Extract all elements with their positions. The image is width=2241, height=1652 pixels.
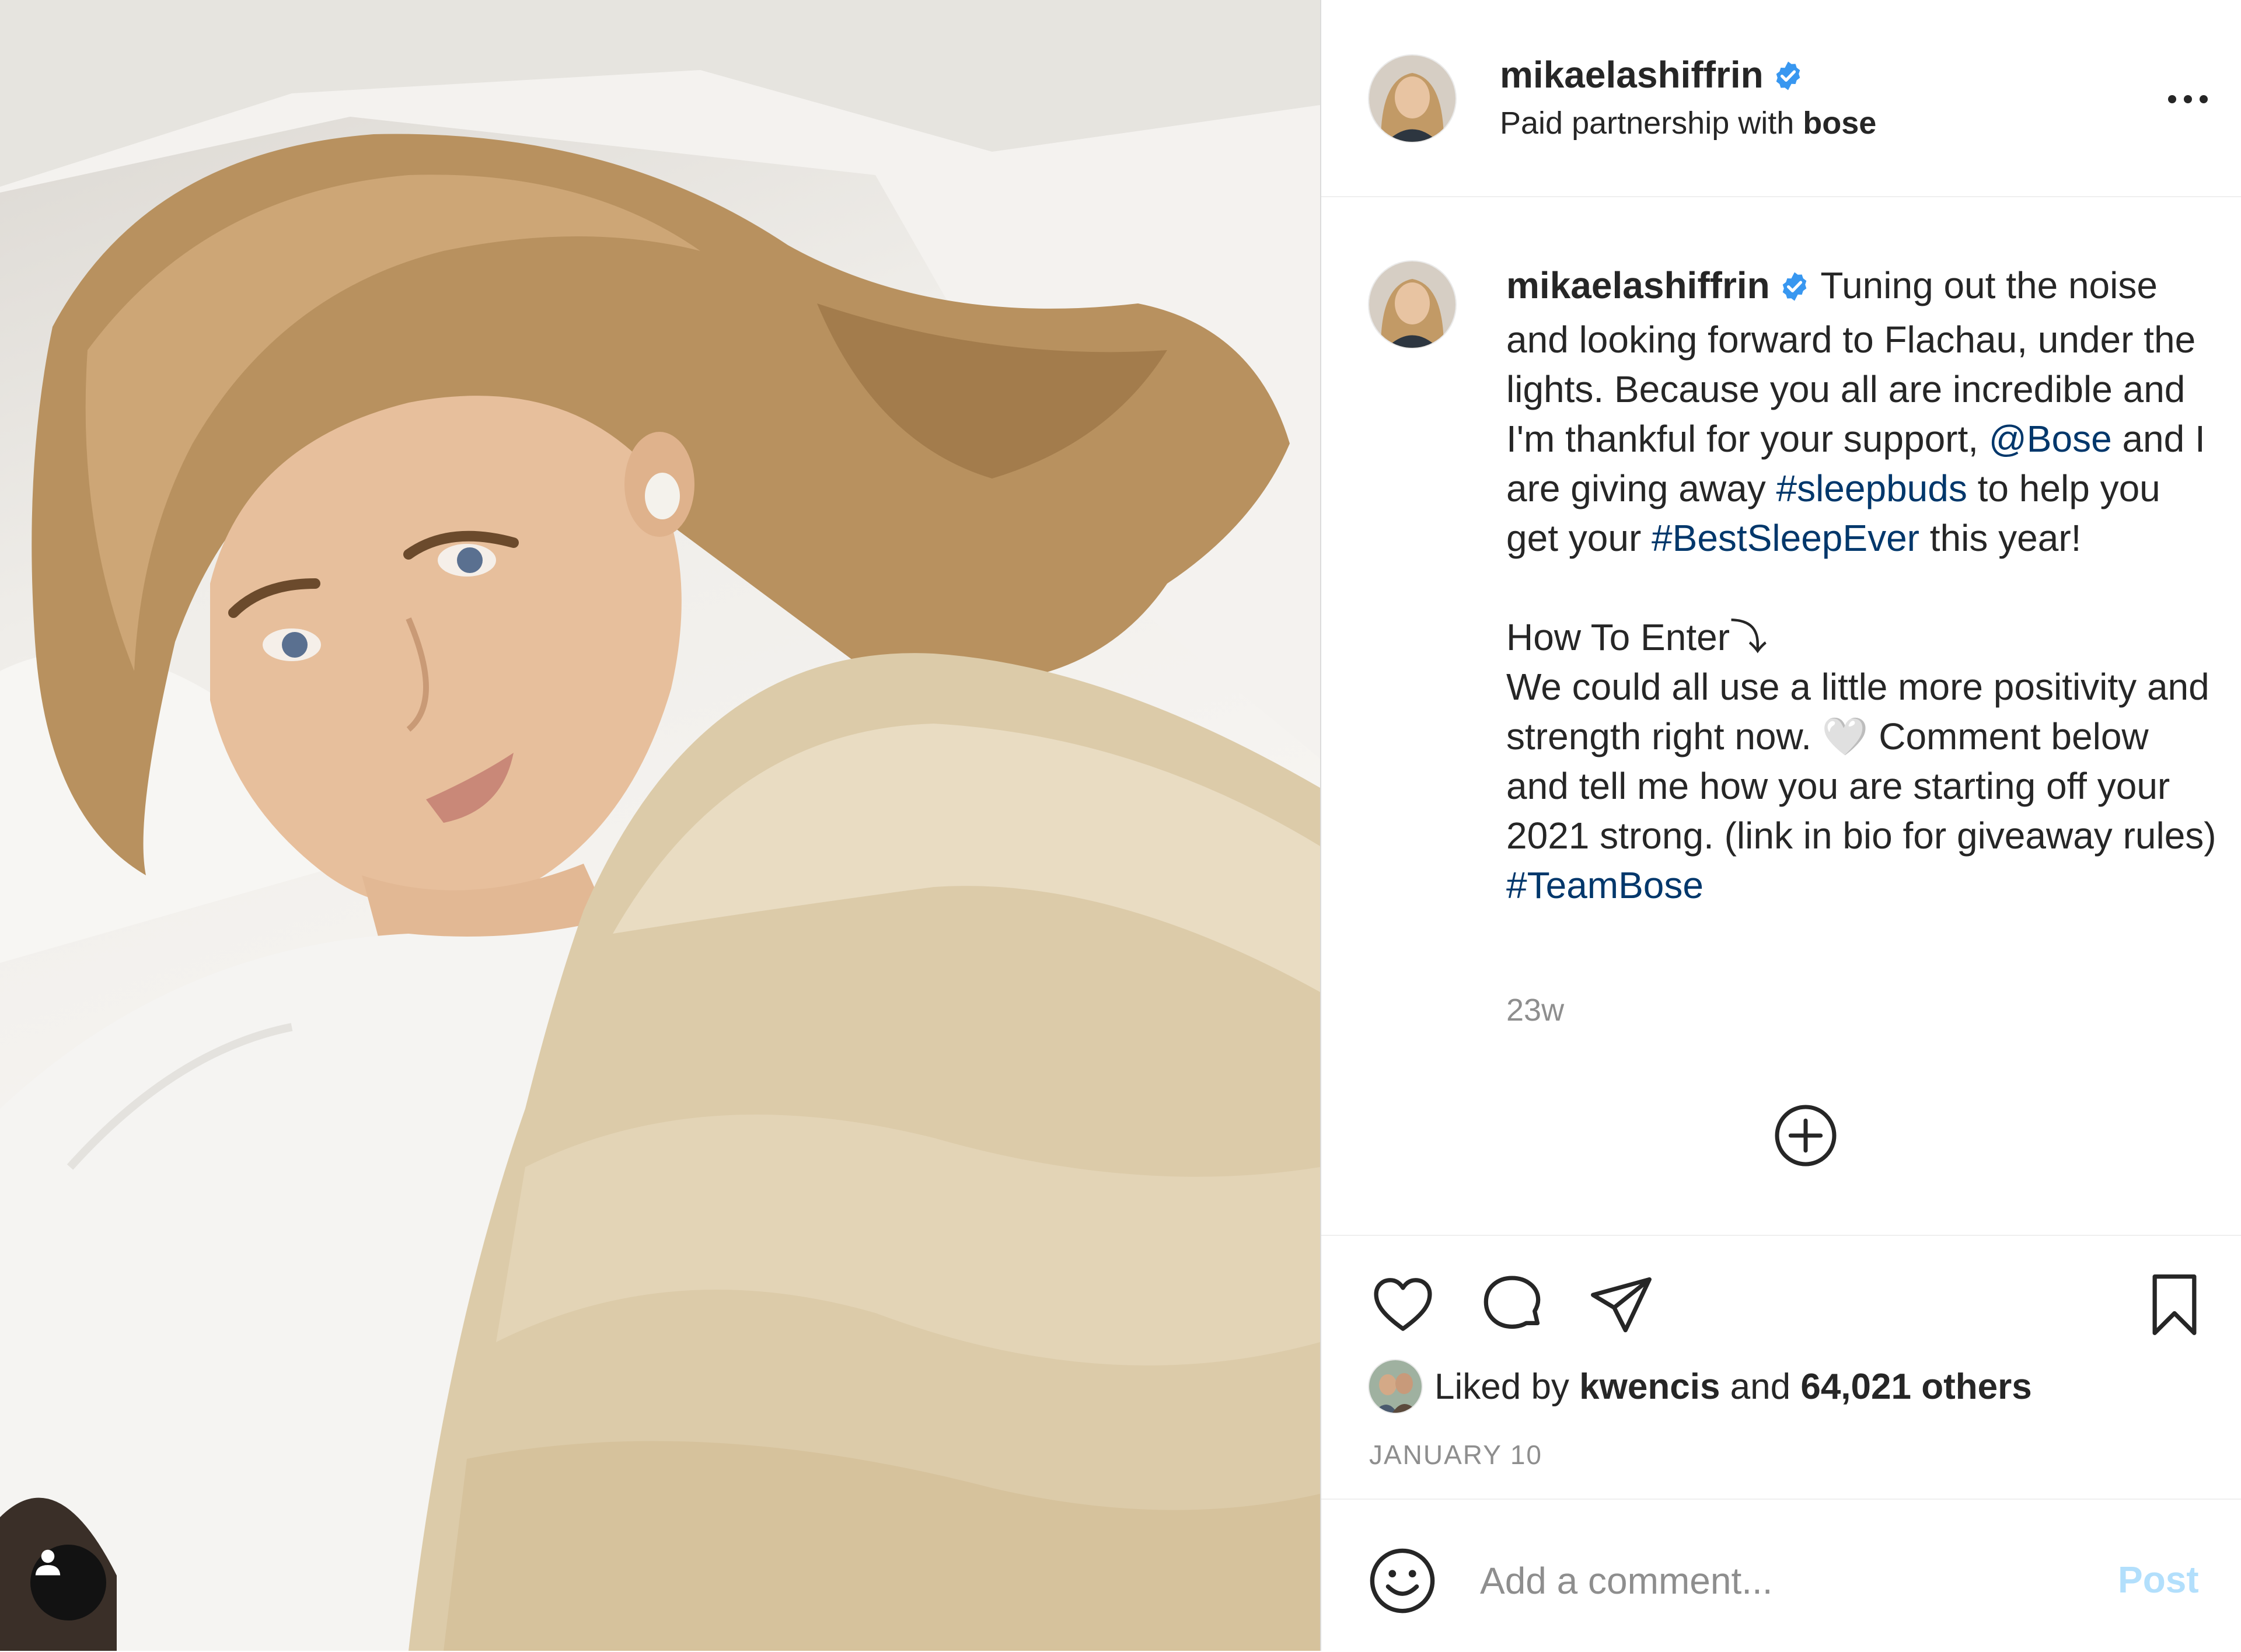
- heart-icon: [1374, 1278, 1432, 1331]
- post-caption: mikaelashiffrin Tuning out the noise and…: [1506, 261, 2218, 910]
- caption-author-avatar[interactable]: [1369, 261, 1455, 348]
- like-button[interactable]: [1367, 1269, 1439, 1341]
- more-options-icon: [2168, 95, 2208, 103]
- avatar-image: [1369, 261, 1455, 348]
- hashtag-link[interactable]: #TeamBose: [1506, 864, 1704, 906]
- author-username-link[interactable]: mikaelashiffrin: [1500, 54, 1764, 96]
- caption-paragraph-2: We could all use a little more positivit…: [1506, 662, 2218, 910]
- comment-button[interactable]: [1476, 1269, 1548, 1341]
- liker-avatar[interactable]: [1369, 1360, 1422, 1413]
- likes-count-link[interactable]: 64,021 others: [1800, 1366, 2031, 1407]
- likes-prefix: Liked by: [1434, 1366, 1569, 1407]
- likes-conjunction: and: [1730, 1366, 1791, 1407]
- post-date[interactable]: JANUARY 10: [1369, 1439, 1542, 1471]
- add-comment-bar: Post: [1321, 1499, 2241, 1652]
- post-comment-button[interactable]: Post: [2118, 1558, 2199, 1601]
- author-avatar[interactable]: [1369, 55, 1455, 142]
- caption-timestamp[interactable]: 23w: [1506, 992, 1564, 1028]
- avatar-image: [1369, 1360, 1422, 1413]
- comment-bubble-icon: [1483, 1276, 1541, 1329]
- user-tag-button[interactable]: [30, 1545, 106, 1620]
- post-details-panel: mikaelashiffrin Paid partnership with bo…: [1320, 0, 2241, 1651]
- load-more-comments-button[interactable]: [1771, 1101, 1841, 1171]
- author-name-row: mikaelashiffrin: [1500, 51, 1804, 113]
- caption-heading: How To Enter⤵: [1506, 616, 1767, 658]
- smiley-icon: [1370, 1548, 1435, 1613]
- plus-circle-icon: [1775, 1105, 1837, 1166]
- hashtag-link[interactable]: #sleepbuds: [1776, 467, 1967, 509]
- instagram-post-view: mikaelashiffrin Paid partnership with bo…: [0, 0, 2241, 1651]
- partnership-prefix: Paid partnership with: [1500, 106, 1795, 141]
- caption-paragraph-1: mikaelashiffrin Tuning out the noise and…: [1506, 261, 2218, 563]
- comment-input[interactable]: [1479, 1551, 2065, 1611]
- post-actions-section: Liked by kwencis and 64,021 others JANUA…: [1321, 1235, 2241, 1500]
- paper-plane-icon: [1591, 1277, 1652, 1333]
- more-options-button[interactable]: [2156, 79, 2220, 120]
- post-header: mikaelashiffrin Paid partnership with bo…: [1321, 0, 2241, 197]
- hashtag-link[interactable]: #BestSleepEver: [1652, 517, 1919, 559]
- bookmark-icon: [2152, 1274, 2197, 1335]
- share-button[interactable]: [1585, 1269, 1657, 1341]
- emoji-button[interactable]: [1368, 1546, 1437, 1615]
- caption-username-link[interactable]: mikaelashiffrin: [1506, 264, 1770, 306]
- user-tag-icon: [35, 1549, 61, 1576]
- photo-illustration: [0, 0, 1320, 1651]
- verified-badge-icon: [1778, 266, 1811, 315]
- avatar-image: [1369, 55, 1455, 142]
- mention-link[interactable]: @Bose: [1989, 418, 2112, 460]
- partner-link[interactable]: bose: [1803, 106, 1876, 141]
- liker-username-link[interactable]: kwencis: [1579, 1366, 1720, 1407]
- caption-text: this year!: [1929, 517, 2082, 559]
- paid-partnership-label: Paid partnership with bose: [1500, 105, 1876, 141]
- likes-summary: Liked by kwencis and 64,021 others: [1369, 1358, 2032, 1414]
- save-button[interactable]: [2138, 1269, 2211, 1341]
- caption-text: We could all use a little more positivit…: [1506, 666, 2216, 857]
- post-photo[interactable]: [0, 0, 1320, 1651]
